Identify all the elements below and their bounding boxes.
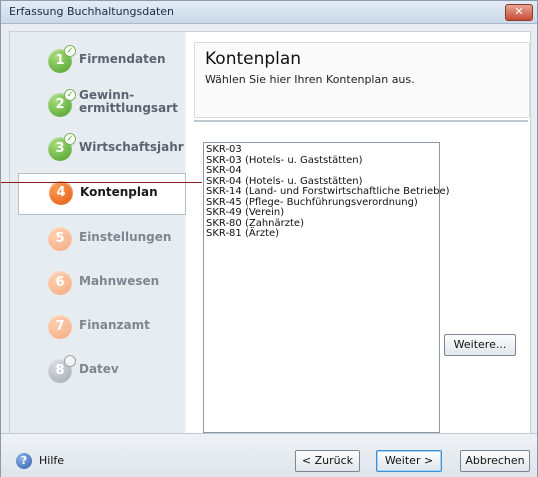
step-list: 1 ✓ Firmendaten 2 ✓ Gewinn- ermittlungsa… <box>18 41 186 395</box>
checkmark-icon: ✓ <box>64 89 76 101</box>
page-subtitle: Wählen Sie hier Ihren Kontenplan aus. <box>205 73 415 86</box>
step-label: Gewinn- ermittlungsart <box>79 88 178 115</box>
list-item[interactable]: SKR-03 <box>206 144 439 156</box>
step-number-icon: 7 <box>48 315 72 339</box>
help-link[interactable]: Hilfe <box>39 454 64 467</box>
step-firmendaten[interactable]: 1 ✓ Firmendaten <box>18 41 186 85</box>
step-kontenplan[interactable]: 4 Kontenplan <box>18 173 186 215</box>
annotation-line <box>1 182 202 183</box>
window-title: Erfassung Buchhaltungsdaten <box>9 5 175 18</box>
back-button[interactable]: < Zurück <box>295 450 360 472</box>
list-item[interactable]: SKR-14 (Land- und Forstwirtschaftliche B… <box>206 186 450 198</box>
step-number-icon: 5 <box>48 227 72 251</box>
checkmark-icon: ✓ <box>64 45 76 57</box>
step-label: Mahnwesen <box>79 274 160 288</box>
step-wirtschaftsjahr[interactable]: 3 ✓ Wirtschaftsjahr <box>18 129 186 173</box>
step-number-icon: 4 <box>49 181 73 205</box>
more-button[interactable]: Weitere... <box>444 334 516 356</box>
step-label: Wirtschaftsjahr <box>79 140 184 154</box>
step-number-icon: 6 <box>48 271 72 295</box>
page-header: Kontenplan Wählen Sie hier Ihren Kontenp… <box>194 42 530 118</box>
step-label: Finanzamt <box>79 318 150 332</box>
step-datev[interactable]: 8 Datev <box>18 351 186 395</box>
step-label: Kontenplan <box>80 185 158 199</box>
cancel-button[interactable]: Abbrechen <box>460 450 530 472</box>
page-title: Kontenplan <box>205 49 302 69</box>
clock-icon <box>64 355 76 367</box>
next-button[interactable]: Weiter > <box>376 450 442 472</box>
header-divider <box>194 120 528 122</box>
list-item[interactable]: SKR-81 (Ärzte) <box>206 228 439 240</box>
list-item[interactable]: SKR-04 <box>206 165 439 177</box>
step-label: Datev <box>79 362 119 376</box>
kontenplan-listbox[interactable]: SKR-03 SKR-03 (Hotels- u. Gaststätten) S… <box>203 142 450 433</box>
list-item[interactable]: SKR-49 (Verein) <box>206 207 439 219</box>
wizard-window: Erfassung Buchhaltungsdaten ✕ 1 ✓ Firmen… <box>0 0 538 477</box>
step-finanzamt[interactable]: 7 Finanzamt <box>18 307 186 351</box>
step-label: Firmendaten <box>79 52 166 66</box>
step-mahnwesen[interactable]: 6 Mahnwesen <box>18 263 186 307</box>
close-button[interactable]: ✕ <box>505 4 533 21</box>
wizard-content: 1 ✓ Firmendaten 2 ✓ Gewinn- ermittlungsa… <box>9 31 531 435</box>
checkmark-icon: ✓ <box>64 133 76 145</box>
step-label: Einstellungen <box>79 230 172 244</box>
footer-bar: ? Hilfe < Zurück Weiter > Abbrechen <box>1 433 537 477</box>
title-bar: Erfassung Buchhaltungsdaten ✕ <box>1 1 537 24</box>
step-gewinnermittlungsart[interactable]: 2 ✓ Gewinn- ermittlungsart <box>18 85 186 129</box>
help-icon[interactable]: ? <box>16 453 32 469</box>
step-einstellungen[interactable]: 5 Einstellungen <box>18 219 186 263</box>
